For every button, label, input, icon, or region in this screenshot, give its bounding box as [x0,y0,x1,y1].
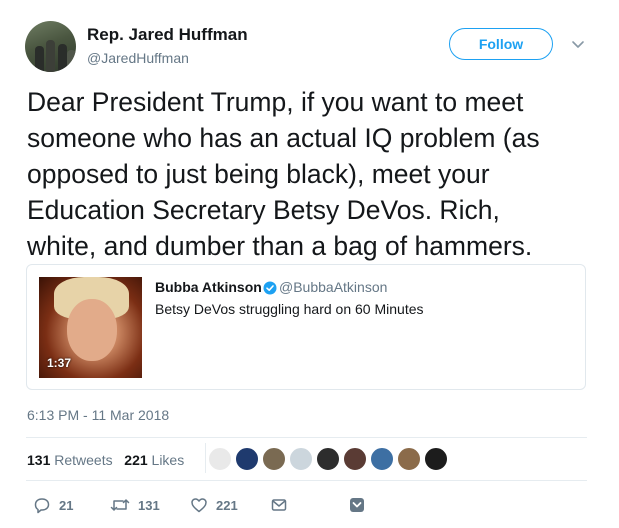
like-count: 221 [216,497,238,513]
tweet-text: Dear President Trump, if you want to mee… [27,84,607,264]
stats-divider [205,443,206,473]
tweet-line: Education Secretary Betsy DeVos. Rich, [27,195,500,225]
likes-stat[interactable]: 221 Likes [124,452,184,468]
tweet-line: white, and dumber than a bag of hammers. [27,231,533,261]
chevron-down-icon[interactable] [570,36,586,52]
author-handle[interactable]: @JaredHuffman [87,50,189,66]
quoted-tweet-text: Betsy DeVos struggling hard on 60 Minute… [155,301,424,317]
liker-avatar[interactable] [208,447,232,471]
liker-avatar[interactable] [424,447,448,471]
quoted-author-handle[interactable]: @BubbaAtkinson [279,279,387,295]
divider [26,437,587,438]
reply-icon [34,498,50,514]
tweet-stats: 131 Retweets 221 Likes [27,452,184,468]
more-options-button[interactable] [348,496,374,514]
retweet-icon [110,499,130,511]
video-thumbnail[interactable]: 1:37 [39,277,142,378]
chevron-down-box-icon [350,498,364,512]
retweets-stat[interactable]: 131 Retweets [27,452,113,468]
author-name[interactable]: Rep. Jared Huffman [87,25,248,45]
liker-avatar[interactable] [370,447,394,471]
author-avatar[interactable] [25,21,76,72]
liker-avatar[interactable] [235,447,259,471]
verified-badge-icon [263,281,277,295]
tweet-line: Dear President Trump, if you want to mee… [27,87,524,117]
heart-icon [191,498,207,513]
reply-count: 21 [59,497,74,513]
retweet-count: 131 [138,497,160,513]
tweet-timestamp[interactable]: 6:13 PM - 11 Mar 2018 [27,407,169,423]
envelope-icon [271,499,287,511]
like-button[interactable]: 221 [190,496,238,514]
retweet-button[interactable]: 131 [110,496,160,514]
direct-message-button[interactable] [270,496,296,514]
liker-avatar[interactable] [316,447,340,471]
tweet-line: opposed to just being black), meet your [27,159,490,189]
video-duration: 1:37 [47,356,72,370]
liker-avatar[interactable] [397,447,421,471]
liker-avatar[interactable] [262,447,286,471]
tweet-line: someone who has an actual IQ problem (as [27,123,540,153]
liker-avatar[interactable] [289,447,313,471]
follow-button[interactable]: Follow [449,28,553,60]
liker-avatar[interactable] [343,447,367,471]
divider [26,480,587,481]
reply-button[interactable]: 21 [33,496,73,514]
quoted-author-name[interactable]: Bubba Atkinson [155,279,262,295]
